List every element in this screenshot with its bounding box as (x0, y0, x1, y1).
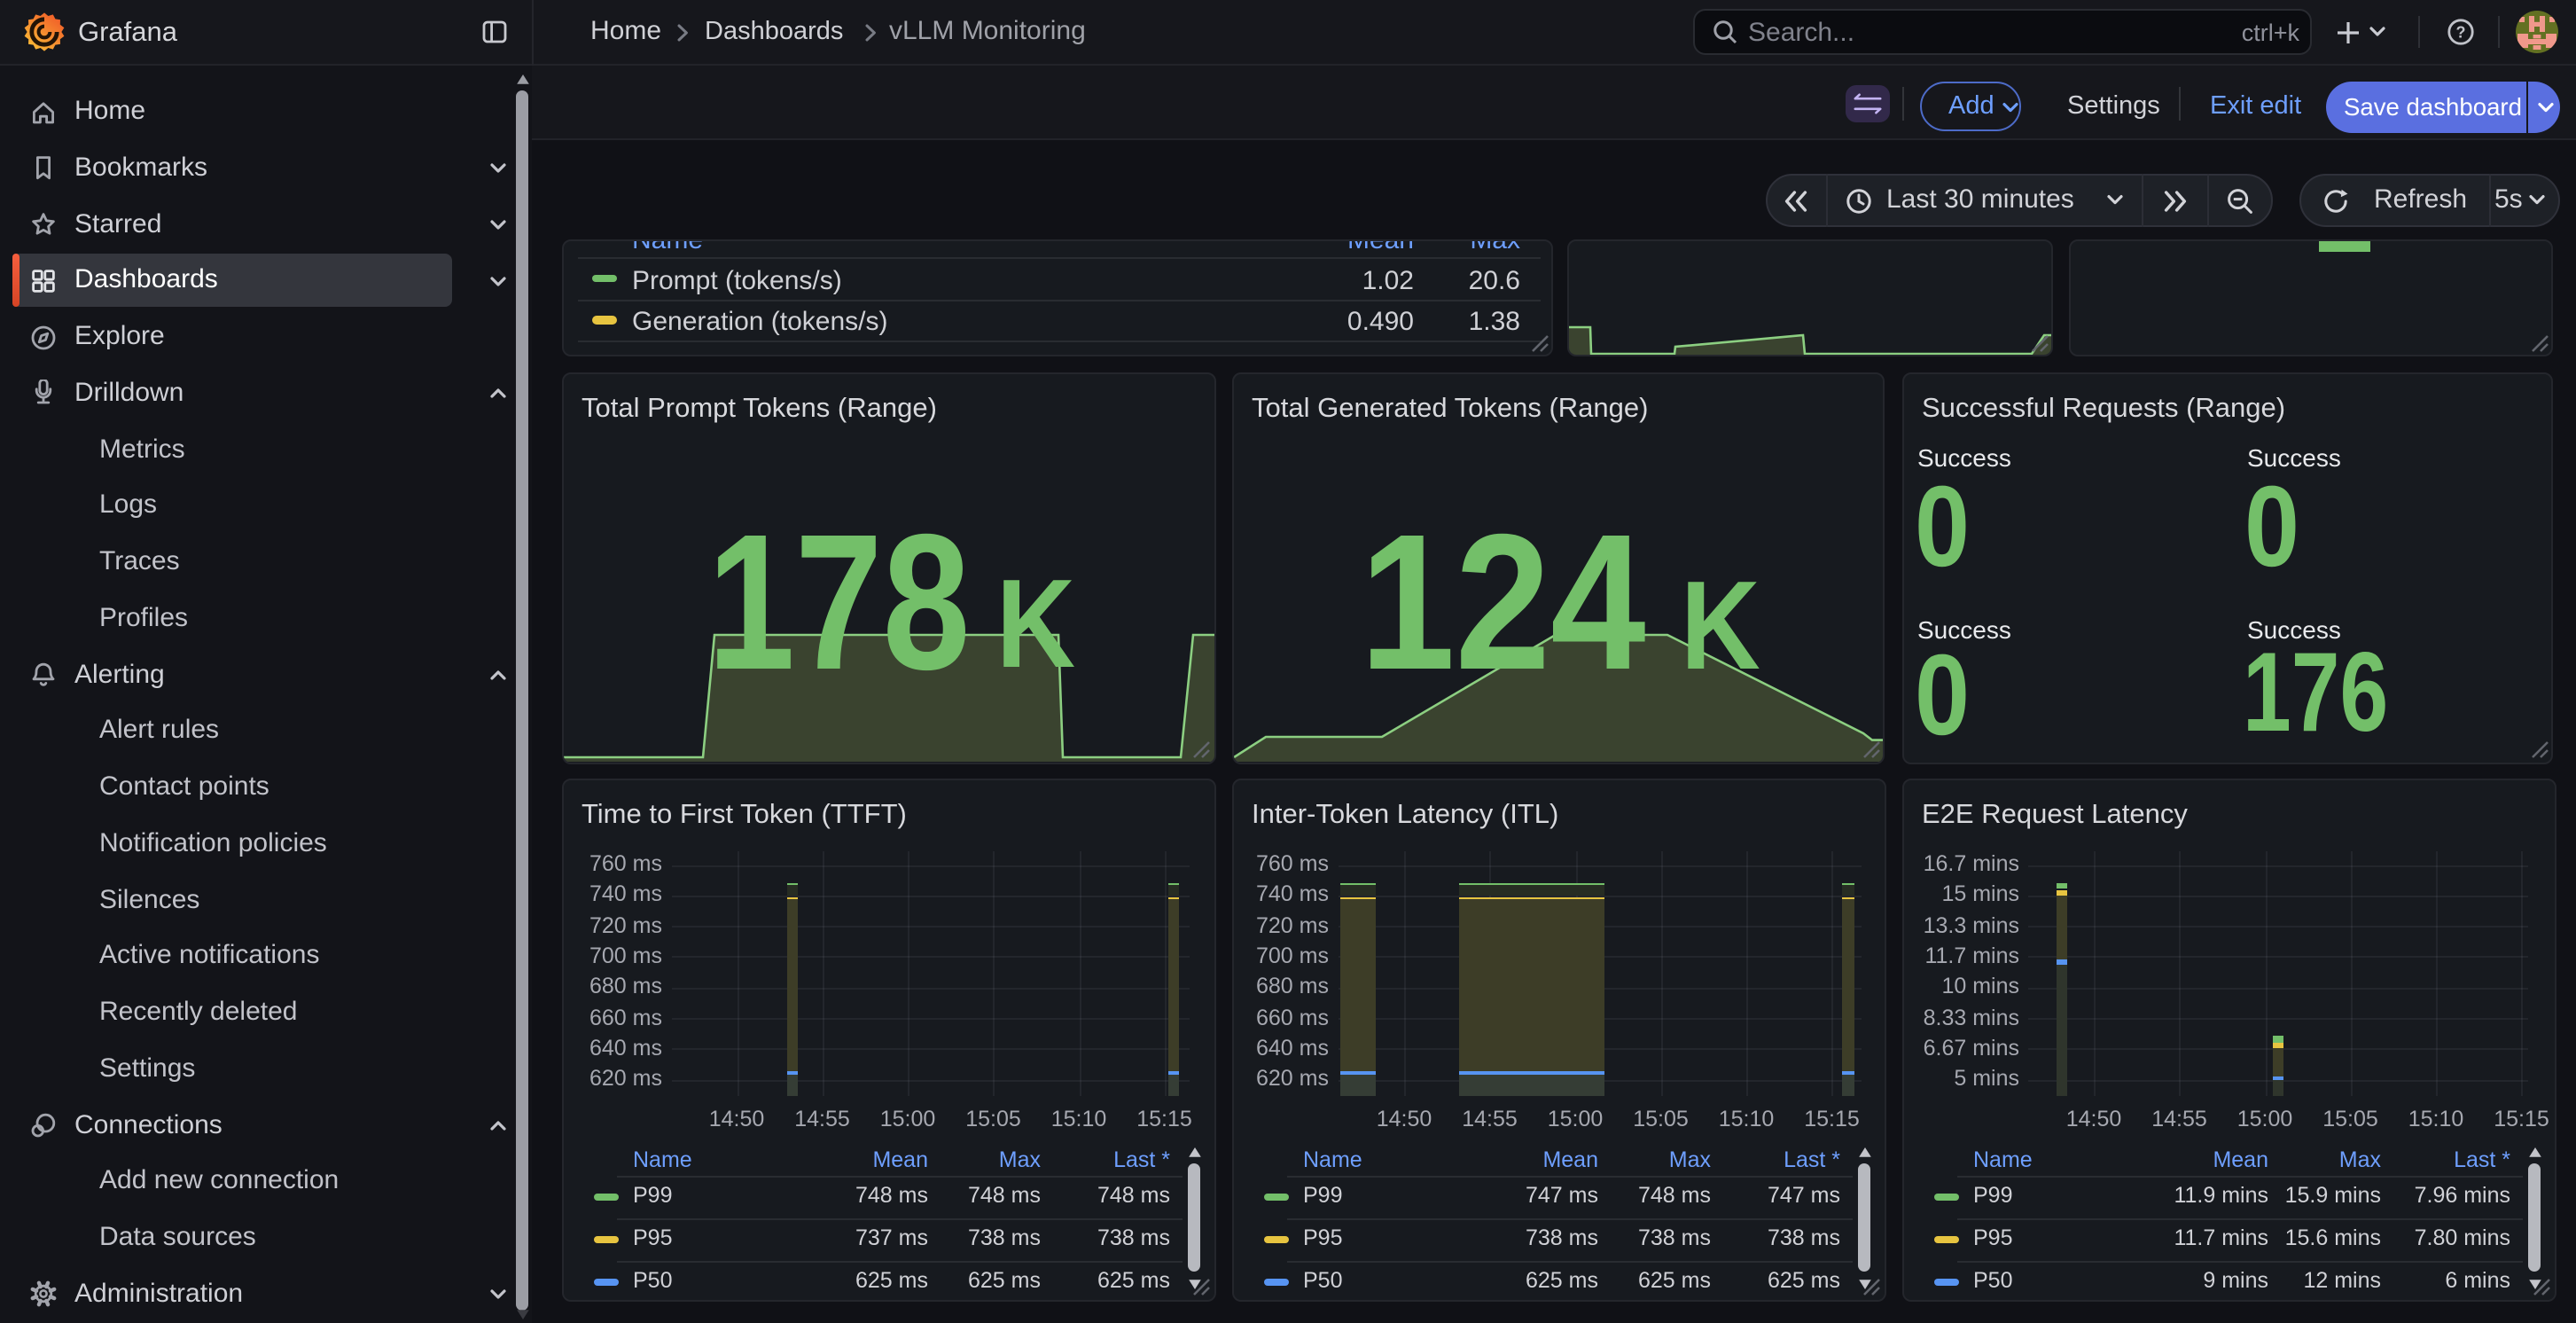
svg-text:?: ? (2456, 23, 2466, 41)
